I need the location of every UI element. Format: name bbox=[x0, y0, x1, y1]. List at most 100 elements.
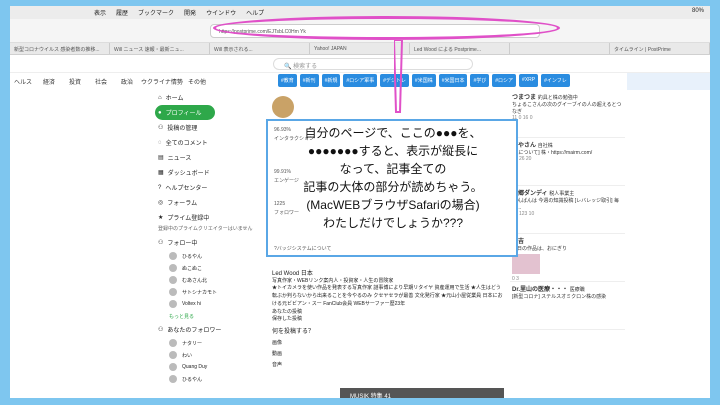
sidebar-item-profile[interactable]: ● プロフィール bbox=[155, 105, 215, 120]
comment-icon: ◌ bbox=[158, 139, 162, 146]
sidebar-item-dashboard[interactable]: ▦ ダッシュボード bbox=[155, 165, 265, 180]
browser-window: 表示 履歴 ブックマーク 開発 ウインドウ ヘルプ 80% https://po… bbox=[10, 6, 710, 398]
home-icon: ⌂ bbox=[158, 94, 162, 101]
menu-help[interactable]: ヘルプ bbox=[246, 8, 264, 17]
sidebar-item-news[interactable]: ▤ ニュース bbox=[155, 150, 265, 165]
sidebar-item-forum[interactable]: ◎ フォーラム bbox=[155, 195, 265, 210]
category-item[interactable]: その他 bbox=[184, 77, 210, 86]
sidebar-item-prime[interactable]: ★ プライム登録中 bbox=[155, 210, 265, 225]
hashtag-overflow bbox=[627, 73, 710, 90]
user-icon: ● bbox=[158, 109, 162, 116]
feed-card[interactable]: 高郷ダンディ 税人事業主さんばんは 今週の知識投稿 [レバレッジ取引] 毎月..… bbox=[510, 186, 625, 234]
category-item[interactable]: ヘルス bbox=[10, 77, 36, 86]
show-more-link[interactable]: もっと見る bbox=[155, 310, 265, 322]
annotation-text: 自分のページで、ここの●●●を、 ●●●●●●●すると、表示が縦長に なって、記… bbox=[275, 124, 511, 232]
following-user[interactable]: ぬこぬこ bbox=[155, 262, 265, 274]
avatar bbox=[169, 288, 177, 296]
category-item[interactable]: 社会 bbox=[88, 77, 114, 86]
user-name: わい bbox=[182, 352, 193, 359]
follower-user[interactable]: ナタリー bbox=[155, 337, 265, 349]
menu-window[interactable]: ウインドウ bbox=[206, 8, 236, 17]
following-user[interactable]: むあさん北 bbox=[155, 274, 265, 286]
search-placeholder: 検索する bbox=[293, 64, 318, 70]
menu-history[interactable]: 履歴 bbox=[116, 8, 128, 17]
sidebar-item-comments[interactable]: ◌ 全てのコメント bbox=[155, 135, 265, 150]
people-icon: ⚇ bbox=[158, 125, 164, 131]
hashtag[interactable]: #新規 bbox=[321, 74, 341, 87]
following-user[interactable]: ひるやん bbox=[155, 250, 265, 262]
star-icon: ★ bbox=[158, 215, 164, 221]
feed-card[interactable]: 亀吉 今日の作品は、おにぎり 0 3 bbox=[510, 234, 625, 282]
feed-card[interactable]: つまつま 釣具と株の勉強中 ちょるこさんの次のグイーブイの人の超えるとつなぎ 11 … bbox=[510, 90, 625, 138]
saved-posts-link[interactable]: 保存した投稿 bbox=[272, 315, 505, 322]
tab-7[interactable]: タイムライン | PostPrime bbox=[610, 43, 710, 54]
news-icon: ▤ bbox=[158, 155, 164, 161]
avatar bbox=[169, 363, 177, 371]
sidebar-item-label: 全てのコメント bbox=[165, 141, 208, 147]
category-item[interactable]: 投資 bbox=[62, 77, 88, 86]
avatar bbox=[169, 375, 177, 383]
tab-bar: 新型コロナウイルス 感染者数の推移... Will ニュース 速報・最新ニュ..… bbox=[10, 43, 710, 55]
hashtag[interactable]: #教育 bbox=[278, 74, 297, 87]
user-name: ナタリー bbox=[182, 340, 203, 347]
section-label: フォロー中 bbox=[167, 241, 198, 247]
post-type-video[interactable]: 動画 bbox=[272, 350, 505, 357]
battery-status: 80% bbox=[691, 8, 704, 14]
sidebar-item-label: 投稿の管理 bbox=[167, 126, 198, 132]
profile-name: Led Wood 日本 bbox=[272, 271, 313, 277]
card-counts: 11 0 16 0 bbox=[512, 115, 533, 121]
hashtag[interactable]: #ロシア軍事 bbox=[343, 74, 378, 87]
menu-bookmarks[interactable]: ブックマーク bbox=[138, 8, 174, 17]
sidebar-item-label: ヘルプセンター bbox=[165, 186, 208, 192]
annotation-line: (MacWEBブラウザSafariの場合) bbox=[306, 198, 480, 212]
annotation-line: 記事の大体の部分が読めちゃう。 bbox=[303, 180, 483, 194]
user-name: Voltex hi bbox=[182, 301, 201, 307]
video-banner[interactable]: MUSIK 特集 41 bbox=[340, 388, 504, 398]
follower-user[interactable]: Quang Duy bbox=[155, 361, 265, 373]
follower-user[interactable]: わい bbox=[155, 349, 265, 361]
my-posts-link[interactable]: あなたの投稿 bbox=[272, 308, 505, 315]
hashtag[interactable]: #インフレ bbox=[541, 74, 570, 87]
hashtag[interactable]: #学び bbox=[470, 74, 490, 87]
hashtag[interactable]: #ロシア bbox=[492, 74, 517, 87]
category-item[interactable]: 経済 bbox=[36, 77, 62, 86]
sidebar-item-home[interactable]: ⌂ ホーム bbox=[155, 90, 265, 105]
following-user[interactable]: Voltex hi bbox=[155, 298, 265, 310]
avatar bbox=[169, 351, 177, 359]
sidebar-item-label: プライム登録中 bbox=[167, 216, 210, 222]
feed-card[interactable]: Dr.里山の医療・・・ 医療職 [新型コロナ] ステルスオミクロン株の感染 bbox=[510, 282, 625, 330]
hashtag[interactable]: #XRP bbox=[519, 74, 539, 87]
feed-card[interactable]: みやさん 自社株 [見について] 株・https://mairm.com/18 2… bbox=[510, 138, 625, 186]
category-item[interactable]: 政治 bbox=[114, 77, 140, 86]
tab-6[interactable] bbox=[510, 43, 610, 54]
post-type-image[interactable]: 画像 bbox=[272, 339, 505, 346]
sidebar-item-label: プロフィール bbox=[165, 111, 202, 117]
callout-stroke bbox=[394, 40, 404, 113]
sidebar: ⌂ ホーム ● プロフィール ⚇ 投稿の管理 ◌ 全てのコメント ▤ ニュース ▦ ダッシュ… bbox=[155, 90, 265, 385]
user-name: ひるやん bbox=[182, 376, 203, 383]
sidebar-item-posts[interactable]: ⚇ 投稿の管理 bbox=[155, 120, 265, 135]
post-prompt[interactable]: 何を投稿する？ bbox=[272, 326, 505, 335]
annotation-line: わたしだけでしょうか??? bbox=[322, 216, 464, 230]
hashtag[interactable]: #新刊 bbox=[299, 74, 319, 87]
annotation-line: なって、記事全ての bbox=[339, 162, 447, 176]
user-name: サトシナカモト bbox=[182, 289, 218, 296]
sidebar-item-help[interactable]: ? ヘルプセンター bbox=[155, 180, 265, 195]
prime-subtext: 登録中のプライムクリエイターはいません bbox=[158, 226, 253, 232]
following-user[interactable]: サトシナカモト bbox=[155, 286, 265, 298]
avatar bbox=[169, 276, 177, 284]
avatar bbox=[169, 252, 177, 260]
followers-header: ⚇ あなたのフォロワー bbox=[155, 322, 265, 337]
menu-view[interactable]: 表示 bbox=[94, 8, 106, 17]
following-header: ⚇ フォロー中 bbox=[155, 235, 265, 250]
tab-1[interactable]: 新型コロナウイルス 感染者数の推移... bbox=[10, 43, 110, 54]
category-item[interactable]: ウクライナ情勢 bbox=[140, 77, 184, 86]
badge-system-link[interactable]: ?バッジシステムについて bbox=[274, 245, 331, 252]
tab-2[interactable]: Will ニュース 速報・最新ニュ... bbox=[110, 43, 210, 54]
tab-3[interactable]: Will 表示される... bbox=[210, 43, 310, 54]
menu-develop[interactable]: 開発 bbox=[184, 8, 196, 17]
card-text: 今日の作品は、おにぎり bbox=[512, 246, 568, 252]
follower-user[interactable]: ひるやん bbox=[155, 373, 265, 385]
profile-bio-details: ★トイカメラを使い作品を発表する写真作家 謎事博により早期リタイヤ 資産運用で生… bbox=[272, 285, 503, 307]
post-type-audio[interactable]: 音声 bbox=[272, 361, 505, 368]
